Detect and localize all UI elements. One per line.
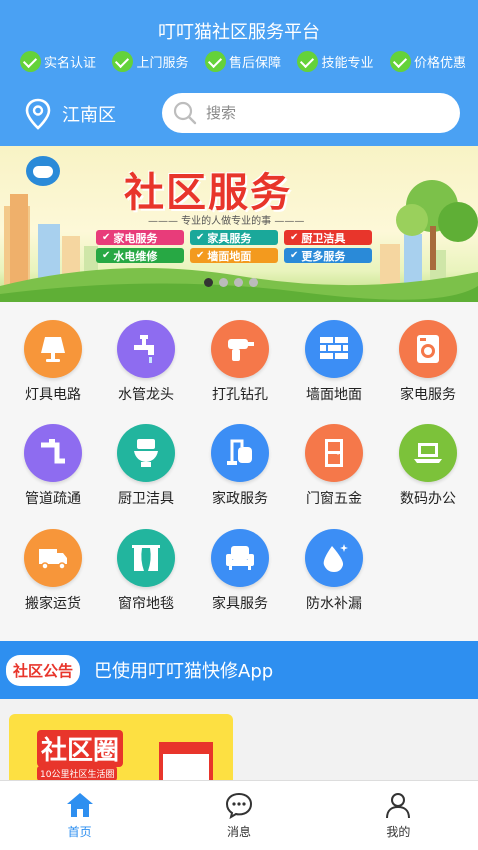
notice-tag: 社区公告 [6,654,81,686]
truck-icon [24,529,82,587]
banner-tag: ✔ 水电维修 [96,248,184,263]
check-icon [204,51,226,72]
service-item-drill[interactable]: 打孔钻孔 [193,320,287,404]
community-circle-subtitle: 10公里社区生活圈 [37,766,118,781]
service-item-curtain[interactable]: 窗帘地毯 [99,529,193,613]
location-pin-icon [25,98,51,130]
carousel-dot[interactable] [234,278,243,287]
banner-title: 社区服务 [124,170,292,216]
feature-badges: 实名认证 上门服务 售后保障 技能专业 价格优惠 [20,51,466,72]
service-item-wall[interactable]: 墙面地面 [287,320,381,404]
banner-tags: ✔ 家电服务 ✔ 家具服务 ✔ 厨卫洁具 ✔ 水电维修 ✔ 墙面地面 ✔ 更多服务 [96,230,386,263]
badge-skill: 技能专业 [297,51,373,72]
pipe-icon [24,424,82,482]
badge-real-name: 实名认证 [20,51,96,72]
water-drop-icon [305,529,363,587]
promo-banner[interactable]: 社区服务 ——— 专业的人做专业的事 ——— ✔ 家电服务 ✔ 家具服务 ✔ 厨卫洁具… [0,146,478,302]
service-item-lamp[interactable]: 灯具电路 [6,320,100,404]
app-title: 叮叮猫社区服务平台 [158,22,320,43]
service-item-housekeeping[interactable]: 家政服务 [193,424,287,508]
service-item-faucet[interactable]: 水管龙头 [99,320,193,404]
bottom-tab-bar: 首页 消息 我的 [0,780,478,850]
check-icon [20,51,41,72]
location-label: 江南区 [62,105,116,126]
service-item-digital[interactable]: 数码办公 [381,424,475,508]
carousel-dot[interactable] [249,278,258,287]
vacuum-icon [211,424,269,482]
check-icon: ✔ [102,232,111,243]
washing-machine-icon [399,320,457,378]
door-icon [305,424,363,482]
sofa-icon [211,529,269,587]
drill-icon [211,320,269,378]
faucet-icon [117,320,175,378]
search-input[interactable] [206,104,426,122]
home-icon [66,793,93,817]
service-item-waterproof[interactable]: 防水补漏 [287,529,381,613]
tab-profile[interactable]: 我的 [319,781,478,850]
check-icon: ✔ [196,250,205,261]
laptop-icon [399,424,457,482]
message-icon [225,792,252,819]
carousel-dot[interactable] [204,278,213,287]
service-item-pipe[interactable]: 管道疏通 [6,424,100,508]
toilet-icon [117,424,175,482]
search-bar[interactable] [162,93,460,133]
service-item-moving[interactable]: 搬家运货 [6,529,100,613]
carousel-dot[interactable] [219,278,228,287]
banner-tag: ✔ 墙面地面 [190,248,278,263]
badge-after-sale: 售后保障 [204,51,281,72]
banner-tag: ✔ 家电服务 [96,230,184,245]
carousel-indicator [204,278,258,287]
service-grid: 灯具电路 水管龙头 打孔钻孔 墙面地面 家电服务 管道疏通 厨卫洁具 家政服务 … [0,302,478,642]
check-icon: ✔ [102,250,111,261]
badge-price: 价格优惠 [389,51,466,72]
check-icon: ✔ [290,232,299,243]
banner-subtitle: ——— 专业的人做专业的事 ——— [148,216,305,227]
service-item-door[interactable]: 门窗五金 [287,424,381,508]
location-selector[interactable]: 江南区 [24,98,116,130]
community-notice-bar[interactable]: 社区公告 巴使用叮叮猫快修App [0,641,478,699]
service-item-furniture[interactable]: 家具服务 [193,529,287,613]
banner-tag: ✔ 家具服务 [190,230,278,245]
brand-logo [26,156,60,186]
community-circle-card[interactable]: 社区圈 10公里社区生活圈 [9,714,233,784]
community-circle-title: 社区圈 [37,730,124,767]
badge-onsite: 上门服务 [112,51,189,72]
banner-tag: ✔ 更多服务 [284,248,372,263]
brick-wall-icon [305,320,363,378]
check-icon [112,51,134,72]
service-item-appliance[interactable]: 家电服务 [381,320,475,404]
check-icon [389,51,411,72]
check-icon: ✔ [196,232,205,243]
curtain-icon [117,529,175,587]
calendar-icon [159,742,213,784]
lamp-icon [24,320,82,378]
service-item-toilet[interactable]: 厨卫洁具 [99,424,193,508]
check-icon [297,51,319,72]
header: 叮叮猫社区服务平台 实名认证 上门服务 售后保障 技能专业 价格优惠 江南区 [0,0,478,146]
check-icon: ✔ [290,250,299,261]
banner-tag: ✔ 厨卫洁具 [284,230,372,245]
user-icon [386,793,411,819]
search-icon [173,101,197,125]
tab-home[interactable]: 首页 [0,781,159,850]
notice-text: 巴使用叮叮猫快修App [94,661,274,682]
tab-messages[interactable]: 消息 [159,781,318,850]
